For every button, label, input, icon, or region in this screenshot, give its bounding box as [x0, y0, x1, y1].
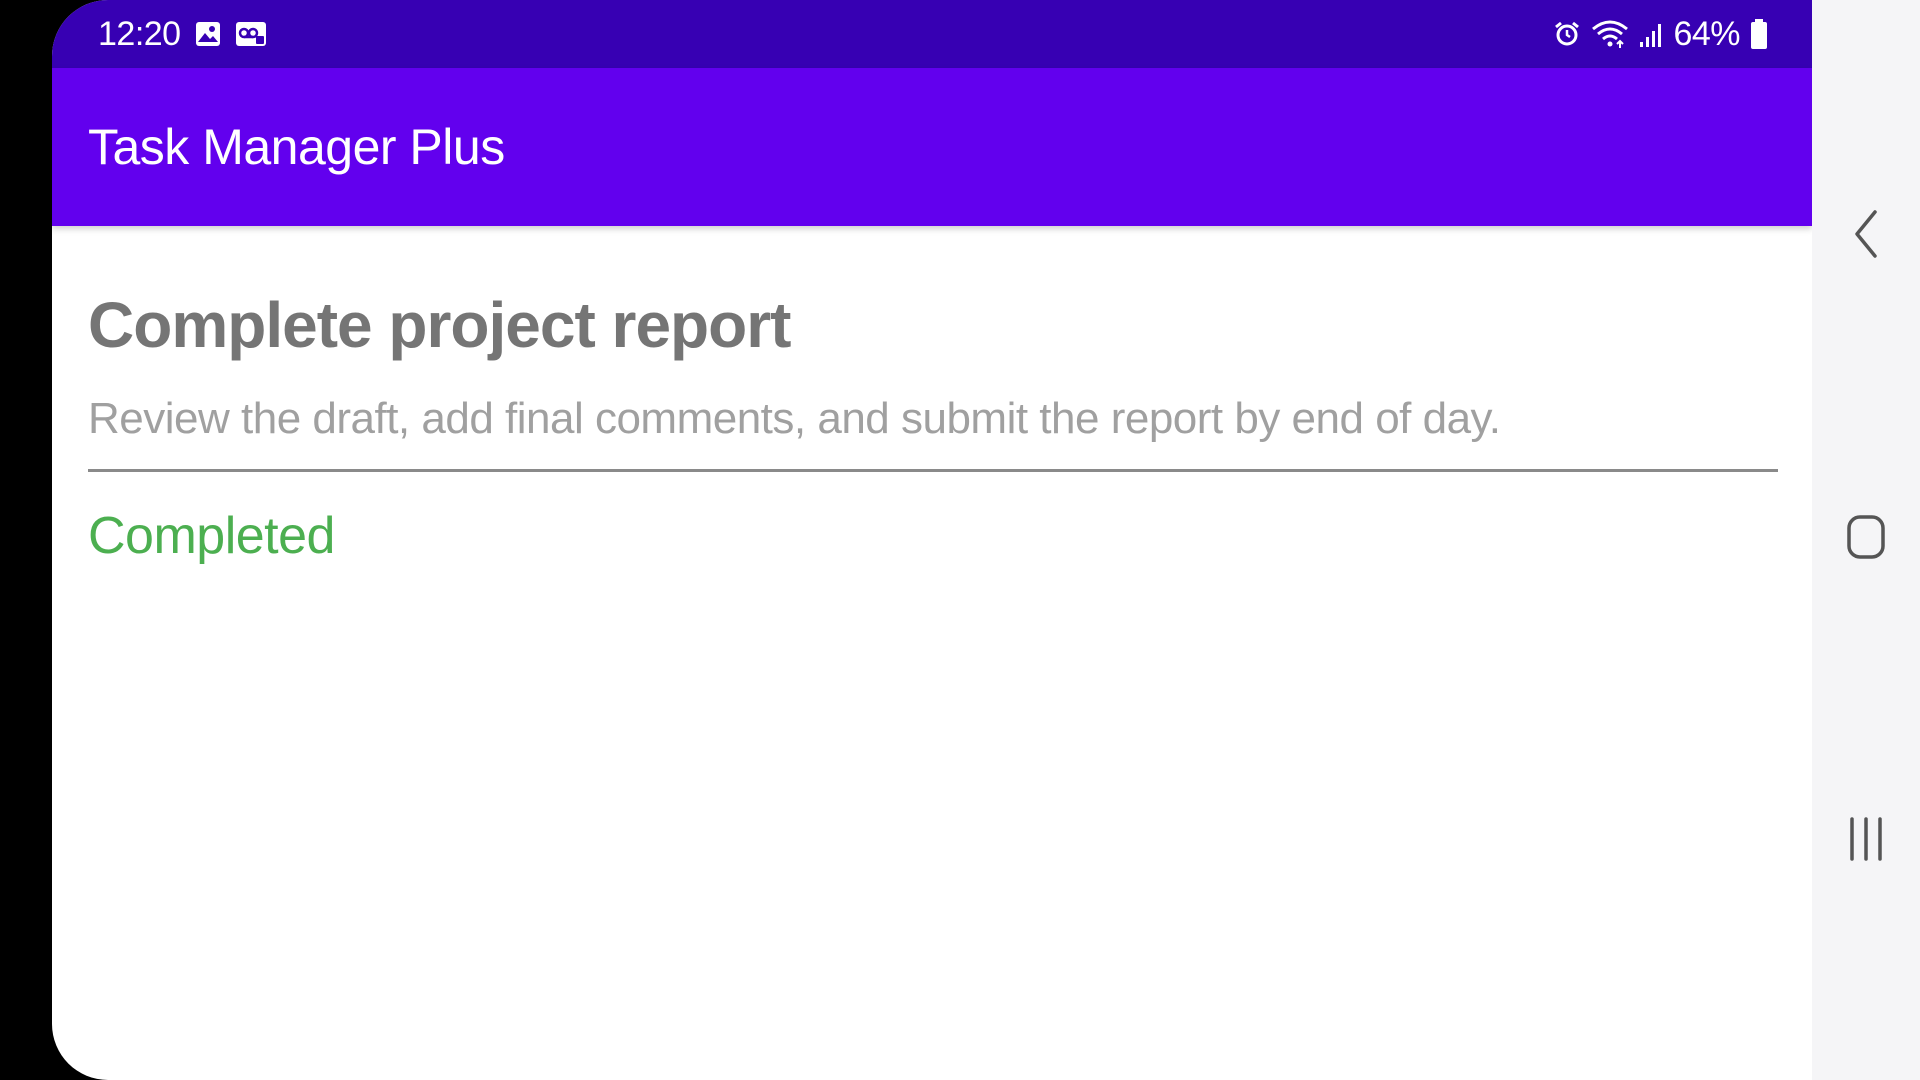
battery-icon	[1750, 18, 1768, 50]
device-frame: 12:20 64% Task Manager Plus Complete pro…	[0, 0, 1920, 1080]
status-bar: 12:20 64%	[52, 0, 1812, 68]
wifi-icon	[1591, 19, 1629, 49]
gallery-icon	[195, 21, 221, 47]
battery-percent: 64%	[1673, 14, 1740, 53]
app-title: Task Manager Plus	[88, 119, 505, 175]
navigation-bar	[1812, 0, 1920, 1080]
task-description: Review the draft, add final comments, an…	[88, 394, 1501, 443]
status-bar-right: 64%	[1553, 0, 1768, 68]
home-button[interactable]	[1812, 484, 1920, 594]
back-icon	[1851, 208, 1881, 265]
recents-button[interactable]	[1812, 786, 1920, 896]
voicemail-icon	[235, 21, 267, 47]
status-time: 12:20	[98, 14, 181, 53]
alarm-icon	[1553, 20, 1581, 48]
divider	[88, 469, 1778, 472]
signal-icon	[1639, 20, 1663, 48]
recents-icon	[1846, 816, 1886, 867]
app-screen: 12:20 64% Task Manager Plus Complete pro…	[52, 0, 1812, 1080]
task-status: Completed	[88, 507, 335, 565]
back-button[interactable]	[1812, 181, 1920, 291]
task-title: Complete project report	[88, 289, 791, 361]
app-bar: Task Manager Plus	[52, 68, 1812, 226]
status-bar-left: 12:20	[98, 0, 267, 68]
home-icon	[1846, 514, 1886, 565]
